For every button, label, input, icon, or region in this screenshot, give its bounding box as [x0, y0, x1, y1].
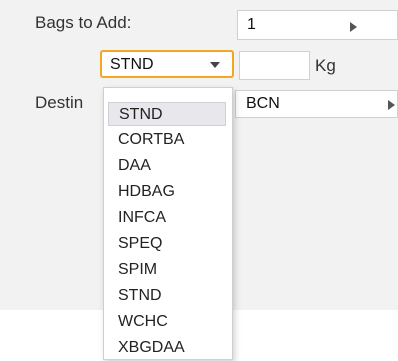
bags-to-add-label: Bags to Add: [35, 13, 132, 32]
weight-input[interactable] [239, 51, 310, 80]
bags-count-field[interactable]: 1 [237, 10, 398, 40]
triangle-right-icon[interactable] [388, 100, 395, 110]
bags-count-value: 1 [247, 16, 256, 33]
destination-field[interactable]: BCN [235, 90, 398, 118]
bag-type-selected-value: STND [110, 56, 154, 73]
dropdown-option-cortba[interactable]: CORTBA [108, 128, 226, 152]
dropdown-option-wchc[interactable]: WCHC [108, 310, 226, 334]
dropdown-option-hdbag[interactable]: HDBAG [108, 180, 226, 204]
dropdown-option-stnd[interactable]: STND [108, 102, 226, 126]
dropdown-option-xbgdaa[interactable]: XBGDAA [108, 336, 226, 360]
bag-type-dropdown-list[interactable]: STND CORTBA DAA HDBAG INFCA SPEQ SPIM ST… [103, 87, 233, 360]
dropdown-option-daa[interactable]: DAA [108, 154, 226, 178]
triangle-right-icon[interactable] [350, 22, 357, 32]
destination-value: BCN [246, 95, 280, 112]
bag-type-select[interactable]: STND [100, 50, 234, 78]
dropdown-option-infca[interactable]: INFCA [108, 206, 226, 230]
destination-label: Destin [35, 93, 84, 112]
dropdown-option-spim[interactable]: SPIM [108, 258, 226, 282]
chevron-down-icon[interactable] [210, 62, 220, 68]
dropdown-option-speq[interactable]: SPEQ [108, 232, 226, 256]
dropdown-option-stnd-2[interactable]: STND [108, 284, 226, 308]
weight-unit-label: Kg [315, 56, 336, 75]
